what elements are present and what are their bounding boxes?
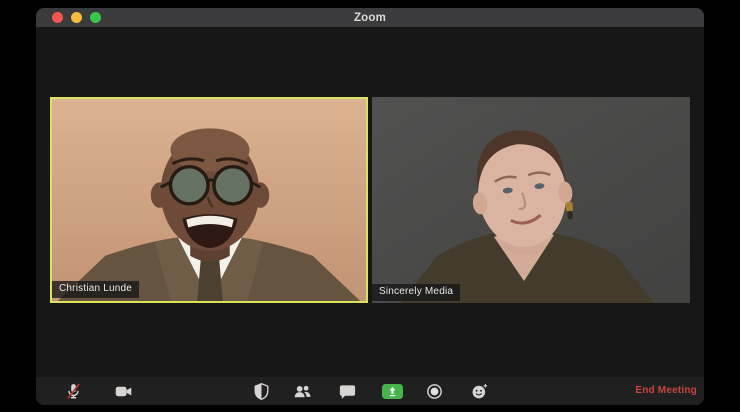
video-button[interactable] xyxy=(112,380,134,402)
record-icon xyxy=(426,383,442,399)
participants-icon xyxy=(294,385,310,397)
record-button[interactable] xyxy=(423,380,445,402)
video-tile-participant[interactable]: Sincerely Media xyxy=(372,97,690,303)
close-window-button[interactable] xyxy=(52,12,63,23)
participant-video-man xyxy=(52,99,366,301)
security-button[interactable] xyxy=(250,380,272,402)
video-tile-active-speaker[interactable]: Christian Lunde xyxy=(50,97,368,303)
title-bar[interactable]: Zoom xyxy=(36,8,704,27)
zoom-window: Zoom Christian Lunde Sincerely Media End… xyxy=(36,8,704,405)
minimize-window-button[interactable] xyxy=(71,12,82,23)
end-meeting-button[interactable]: End Meeting xyxy=(635,377,697,405)
window-title: Zoom xyxy=(353,11,387,24)
participants-button[interactable] xyxy=(291,380,313,402)
screen: Zoom Christian Lunde Sincerely Media End… xyxy=(0,0,740,412)
meeting-toolbar: End Meeting xyxy=(36,377,704,405)
fullscreen-window-button[interactable] xyxy=(90,12,101,23)
chat-button[interactable] xyxy=(336,380,358,402)
chat-icon xyxy=(339,384,355,399)
share-screen-icon xyxy=(389,386,395,396)
participant-name-label: Sincerely Media xyxy=(372,284,461,301)
traffic-lights xyxy=(52,8,101,27)
reactions-icon xyxy=(472,383,487,398)
security-shield-icon xyxy=(254,382,268,400)
mute-button[interactable] xyxy=(62,380,84,402)
participant-name-label: Christian Lunde xyxy=(52,281,140,298)
share-screen-pill xyxy=(381,383,403,399)
share-screen-button[interactable] xyxy=(381,380,403,402)
reactions-button[interactable] xyxy=(468,380,490,402)
microphone-muted-icon xyxy=(66,383,80,399)
video-grid: Christian Lunde Sincerely Media xyxy=(36,27,704,377)
participant-video-woman xyxy=(372,97,690,303)
video-camera-icon xyxy=(115,386,131,396)
